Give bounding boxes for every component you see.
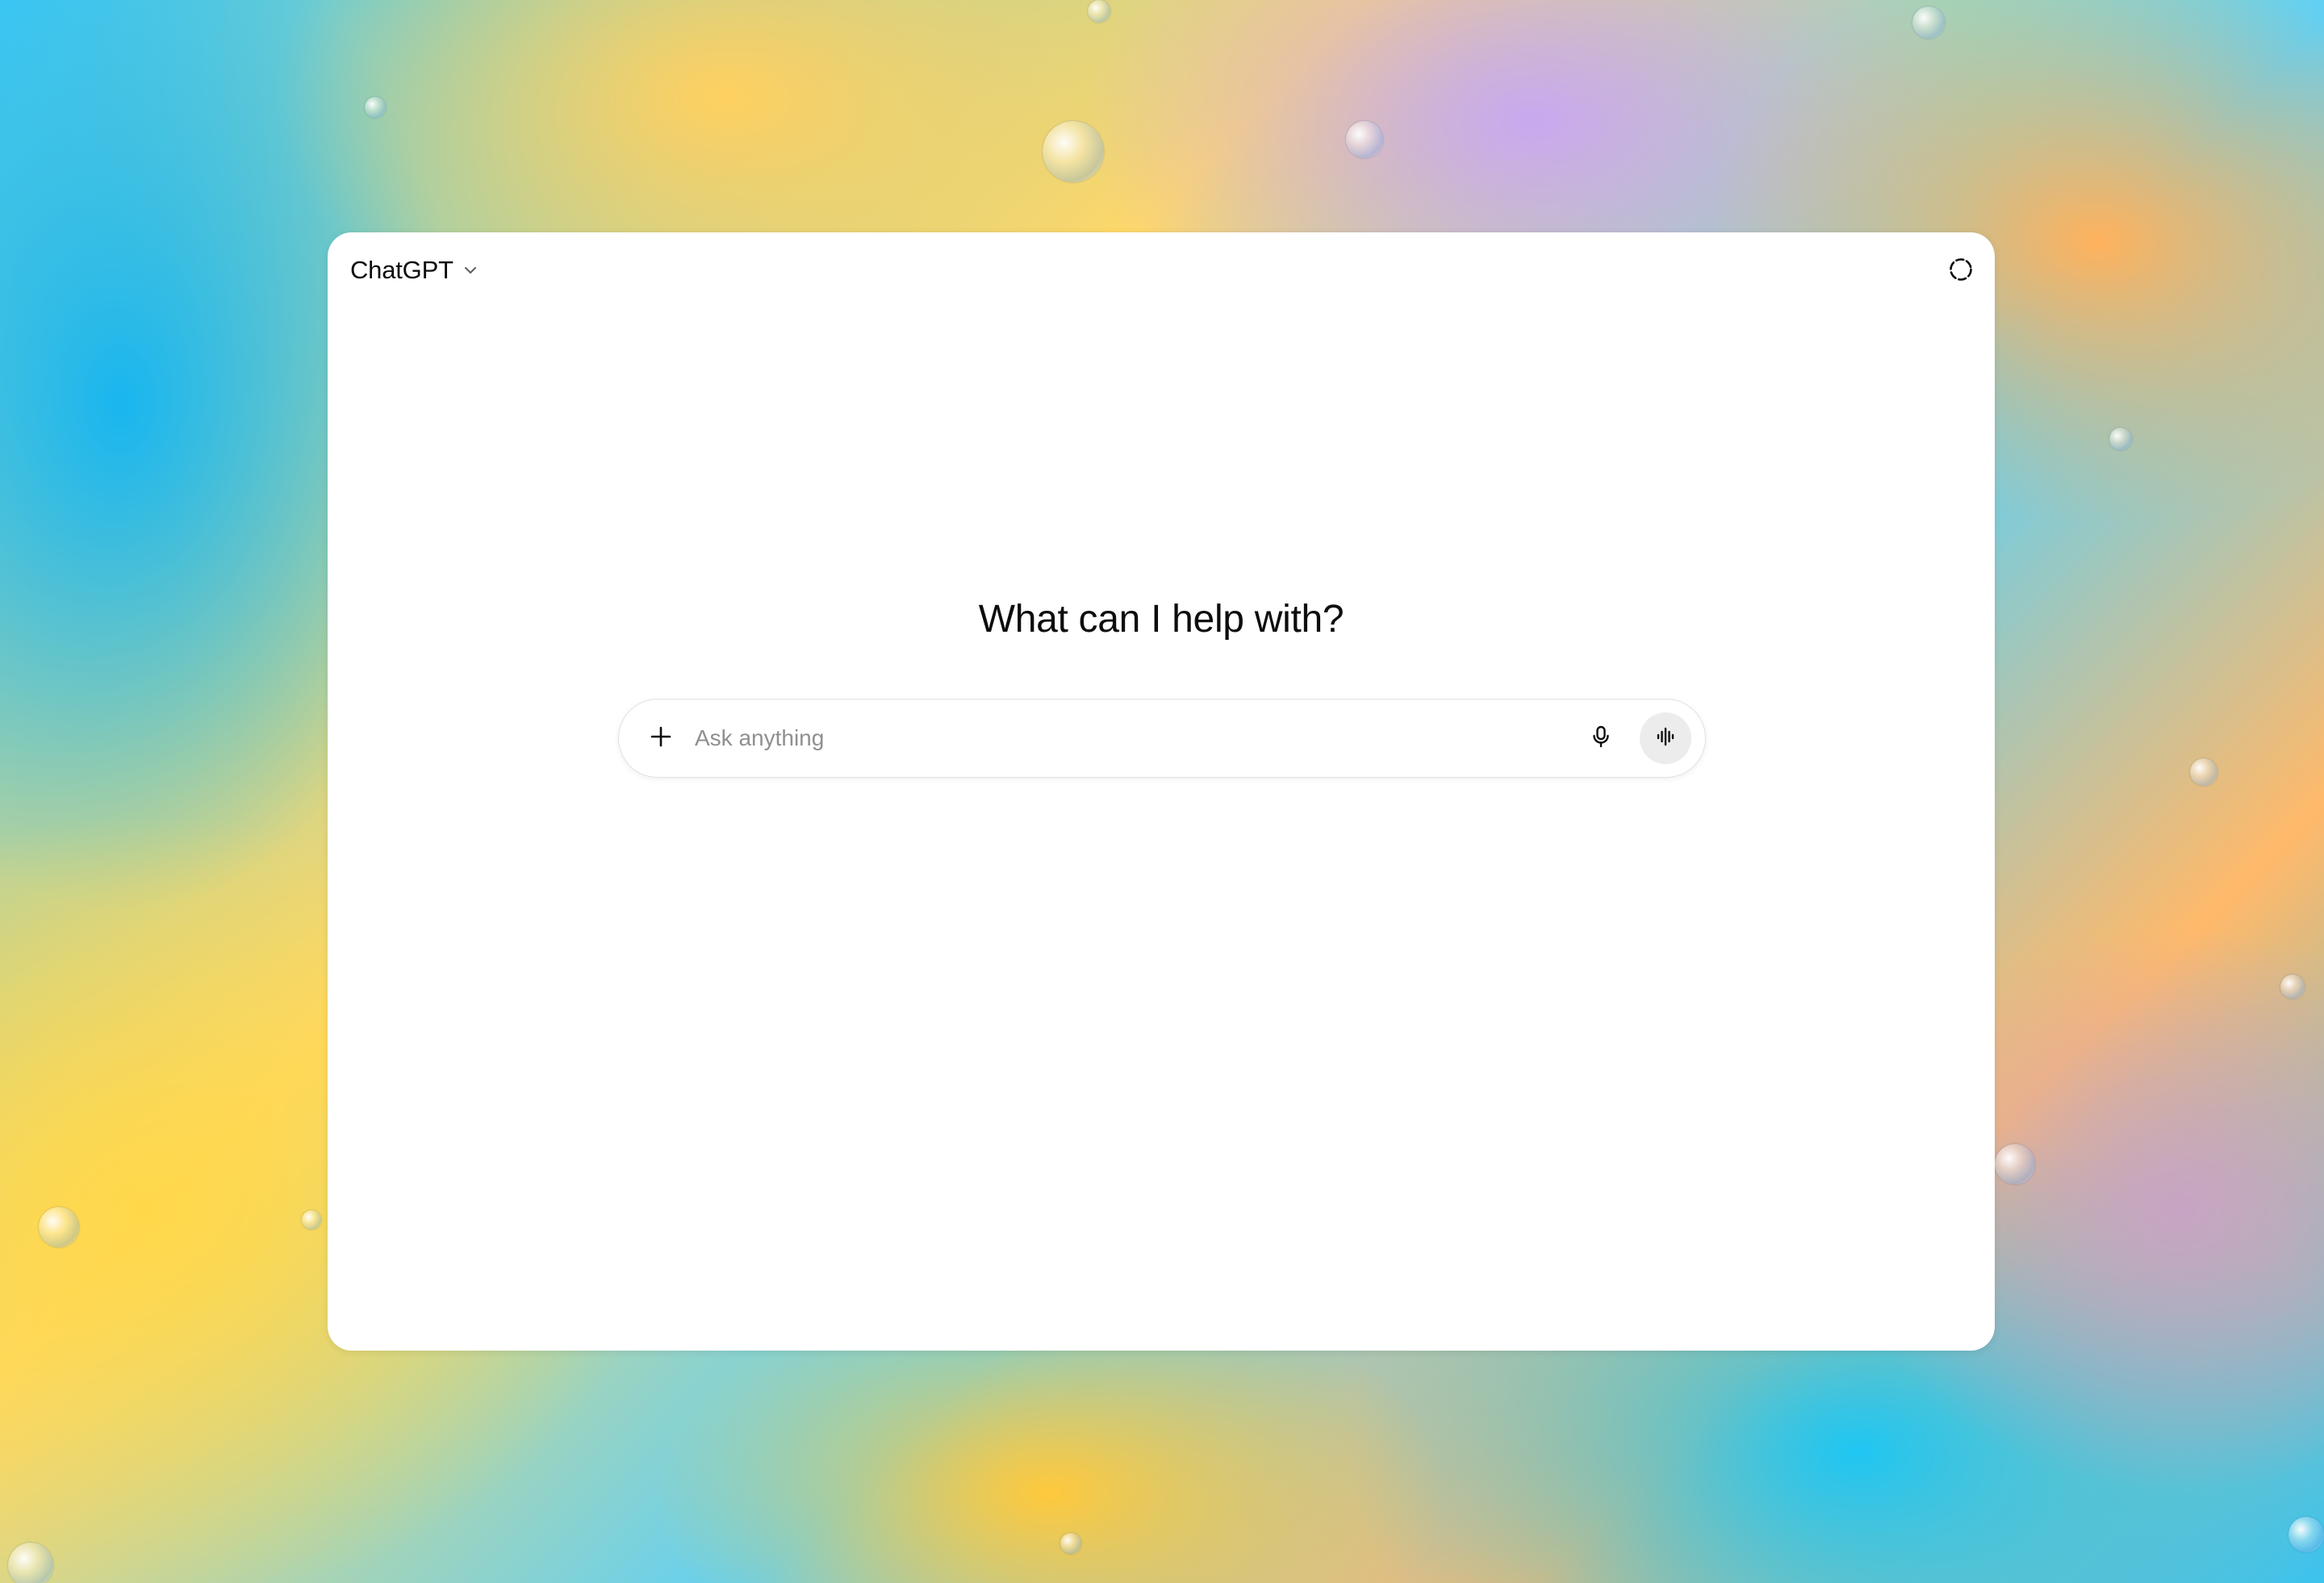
wallpaper-bubble: [2190, 758, 2217, 786]
temporary-chat-button[interactable]: [1945, 255, 1977, 287]
chat-window: ChatGPT What can I help with?: [328, 232, 1995, 1351]
desktop-wallpaper: ChatGPT What can I help with?: [0, 0, 2324, 1583]
wallpaper-bubble: [1060, 1533, 1081, 1554]
wallpaper-bubble: [2288, 1517, 2324, 1552]
attach-button[interactable]: [643, 720, 679, 756]
wallpaper-bubble: [1995, 1144, 2035, 1184]
wallpaper-bubble: [1043, 121, 1104, 182]
wallpaper-bubble: [2280, 975, 2305, 999]
wallpaper-bubble: [8, 1543, 53, 1583]
chevron-down-icon: [462, 261, 479, 279]
prompt-input[interactable]: [693, 725, 1583, 752]
model-selector[interactable]: ChatGPT: [350, 250, 479, 290]
model-name-label: ChatGPT: [350, 256, 454, 284]
wallpaper-bubble: [302, 1210, 321, 1230]
dictate-button[interactable]: [1583, 720, 1619, 756]
wallpaper-bubble: [1912, 6, 1945, 39]
wallpaper-bubble: [1088, 0, 1110, 23]
microphone-icon: [1589, 725, 1613, 753]
dashed-circle-icon: [1947, 256, 1975, 287]
wallpaper-bubble: [39, 1207, 79, 1247]
prompt-composer: [618, 699, 1706, 778]
wallpaper-bubble: [365, 97, 386, 118]
page-title: What can I help with?: [978, 598, 1344, 641]
wallpaper-bubble: [2109, 428, 2132, 450]
plus-icon: [649, 725, 673, 753]
voice-waveform-icon: [1653, 725, 1678, 753]
wallpaper-bubble: [1346, 121, 1383, 158]
voice-mode-button[interactable]: [1640, 712, 1691, 764]
